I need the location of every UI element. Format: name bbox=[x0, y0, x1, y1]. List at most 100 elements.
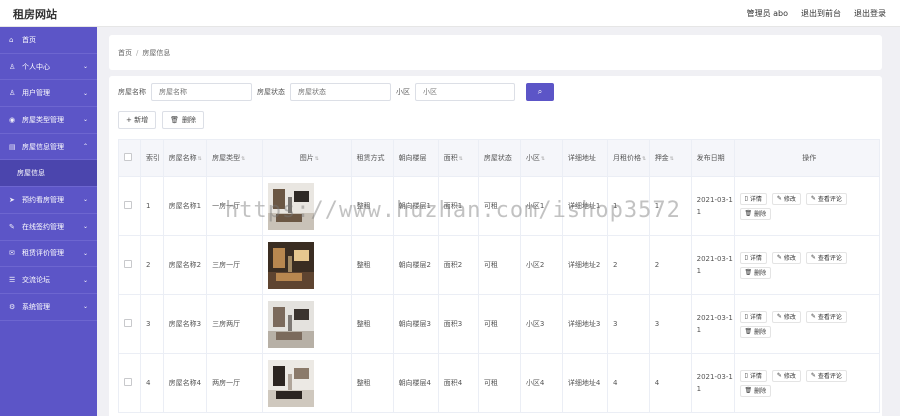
column-header[interactable]: 房屋类型⇅ bbox=[206, 139, 264, 177]
row-checkbox[interactable] bbox=[124, 201, 132, 209]
sort-icon[interactable]: ⇅ bbox=[670, 156, 674, 162]
sidebar-item-1[interactable]: ♙ 个人中心 ⌄ bbox=[0, 54, 97, 81]
detail-button[interactable]: ▯ 详情 bbox=[739, 310, 767, 323]
row-delete-button[interactable]: 🗑 删除 bbox=[739, 266, 772, 279]
view-review-button[interactable]: ✎ 查看评论 bbox=[805, 251, 847, 264]
cell-deposit: 4 bbox=[648, 353, 692, 413]
sort-icon[interactable]: ⇅ bbox=[241, 156, 245, 162]
row-delete-button[interactable]: 🗑 删除 bbox=[739, 384, 772, 397]
row-checkbox[interactable] bbox=[124, 378, 132, 386]
back-to-front-link[interactable]: 退出到前台 bbox=[801, 8, 841, 19]
sidebar-item-3[interactable]: ◉ 房屋类型管理 ⌄ bbox=[0, 107, 97, 134]
row-checkbox[interactable] bbox=[124, 260, 132, 268]
send-icon: ➤ bbox=[9, 195, 15, 204]
house-name-input[interactable] bbox=[151, 83, 252, 101]
sort-icon[interactable]: ⇅ bbox=[642, 156, 646, 162]
column-header[interactable]: 月租价格⇅ bbox=[607, 139, 650, 177]
column-header[interactable]: 房屋名称⇅ bbox=[162, 139, 208, 177]
column-header: 索引 bbox=[140, 139, 164, 177]
chevron-down-icon: ⌄ bbox=[82, 249, 88, 257]
edit-button[interactable]: ✎ 修改 bbox=[771, 369, 801, 382]
cell-deposit: 3 bbox=[648, 294, 692, 354]
content-panel: 房屋名称 房屋状态 小区 ⌕ + 新增 🗑删除 索引房屋名称⇅房屋类型⇅图片⇅租… bbox=[109, 76, 882, 416]
location-icon: ◉ bbox=[9, 115, 16, 124]
sort-icon[interactable]: ⇅ bbox=[459, 156, 463, 162]
row-actions: ▯ 详情 ✎ 修改 ✎ 查看评论 🗑 删除 bbox=[739, 192, 858, 220]
house-status-label: 房屋状态 bbox=[257, 88, 285, 96]
search-button[interactable]: ⌕ bbox=[526, 83, 554, 101]
sidebar-item-8[interactable]: ✉ 租赁评价管理 ⌄ bbox=[0, 241, 97, 268]
detail-button[interactable]: ▯ 详情 bbox=[739, 251, 767, 264]
chevron-down-icon: ⌄ bbox=[82, 276, 88, 284]
column-header[interactable]: 押金⇅ bbox=[648, 139, 692, 177]
detail-button[interactable]: ▯ 详情 bbox=[739, 369, 767, 382]
cell-name: 房屋名称4 bbox=[162, 353, 208, 413]
sidebar-item-6[interactable]: ➤ 预约看房管理 ⌄ bbox=[0, 187, 97, 214]
cell-status: 可租 bbox=[477, 176, 521, 236]
row-delete-button[interactable]: 🗑 删除 bbox=[739, 325, 772, 338]
detail-button[interactable]: ▯ 详情 bbox=[739, 192, 767, 205]
trash-icon: 🗑 bbox=[170, 116, 179, 124]
area-input[interactable] bbox=[415, 83, 515, 101]
cell-rent: 4 bbox=[607, 353, 650, 413]
column-header[interactable]: 图片⇅ bbox=[262, 139, 352, 177]
user-icon: ♙ bbox=[9, 62, 16, 71]
house-photo bbox=[268, 182, 351, 230]
sidebar-item-2[interactable]: ♙ 用户管理 ⌄ bbox=[0, 80, 97, 108]
column-header: 房屋状态 bbox=[477, 139, 521, 177]
table-row: 2 房屋名称2 三房一厅 整租 朝向楼层2 面积2 可租 小区2 详细地址2 2 2 2021-03-… bbox=[118, 235, 881, 295]
house-status-input[interactable] bbox=[290, 83, 391, 101]
breadcrumb: 首页 / 房屋信息 bbox=[109, 35, 882, 70]
sidebar-item-4[interactable]: ▤ 房屋信息管理 ⌃ bbox=[0, 134, 97, 161]
sort-icon[interactable]: ⇅ bbox=[541, 156, 545, 162]
cell-name: 房屋名称3 bbox=[162, 294, 208, 354]
edit-icon: ✎ bbox=[810, 313, 816, 320]
sort-icon[interactable]: ⇅ bbox=[315, 156, 319, 162]
row-checkbox[interactable] bbox=[124, 319, 132, 327]
sidebar-item-9[interactable]: ☰ 交流论坛 ⌄ bbox=[0, 267, 97, 294]
edit-icon: ✎ bbox=[776, 372, 782, 379]
edit-icon: ✎ bbox=[810, 254, 816, 261]
column-header[interactable]: 小区⇅ bbox=[519, 139, 563, 177]
detail-label: 详情 bbox=[749, 196, 762, 203]
sidebar-item-0[interactable]: ⌂ 首页 bbox=[0, 27, 97, 54]
sidebar-item-label: 房屋信息管理 bbox=[22, 142, 64, 151]
edit-button[interactable]: ✎ 修改 bbox=[771, 310, 801, 323]
cell-date: 2021-03-11 bbox=[690, 294, 735, 354]
row-delete-button[interactable]: 🗑 删除 bbox=[739, 207, 772, 220]
cell-status: 可租 bbox=[477, 294, 521, 354]
house-photo-cell bbox=[262, 235, 352, 295]
cell-type: 三房一厅 bbox=[206, 235, 264, 295]
add-button[interactable]: + 新增 bbox=[118, 111, 157, 129]
sidebar-item-10[interactable]: ⚙ 系统管理 ⌄ bbox=[0, 294, 97, 321]
column-header-label: 小区 bbox=[525, 154, 540, 162]
cell-address: 详细地址2 bbox=[561, 235, 609, 295]
column-header-label: 房屋类型 bbox=[212, 154, 241, 162]
view-review-button[interactable]: ✎ 查看评论 bbox=[805, 369, 847, 382]
edit-icon: ✎ bbox=[810, 195, 816, 202]
column-header-label: 图片 bbox=[299, 154, 314, 162]
cell-deposit: 2 bbox=[648, 235, 692, 295]
view-review-button[interactable]: ✎ 查看评论 bbox=[805, 310, 847, 323]
chevron-down-icon: ⌄ bbox=[82, 116, 88, 124]
sidebar-item-5[interactable]: 房屋信息 bbox=[0, 160, 97, 188]
select-all-checkbox[interactable] bbox=[124, 153, 132, 161]
sidebar-item-7[interactable]: ✎ 在线签约管理 ⌄ bbox=[0, 214, 97, 241]
sidebar-item-label: 在线签约管理 bbox=[22, 222, 64, 231]
home-icon: ⌂ bbox=[9, 35, 14, 44]
logout-link[interactable]: 退出登录 bbox=[854, 8, 886, 19]
cell-address: 详细地址3 bbox=[561, 294, 609, 354]
sort-icon[interactable]: ⇅ bbox=[198, 156, 202, 162]
trash-icon: 🗑 bbox=[744, 210, 753, 217]
breadcrumb-home[interactable]: 首页 bbox=[118, 49, 132, 57]
view-review-label: 查看评论 bbox=[817, 314, 842, 321]
column-header-label: 租赁方式 bbox=[356, 154, 385, 162]
edit-button[interactable]: ✎ 修改 bbox=[771, 192, 801, 205]
column-header-label: 朝向楼层 bbox=[398, 154, 427, 162]
cell-index: 2 bbox=[140, 235, 164, 295]
row-delete-label: 删除 bbox=[754, 329, 767, 336]
edit-button[interactable]: ✎ 修改 bbox=[771, 251, 801, 264]
column-header[interactable]: 面积⇅ bbox=[437, 139, 479, 177]
view-review-button[interactable]: ✎ 查看评论 bbox=[805, 192, 847, 205]
delete-button[interactable]: 🗑 删除 bbox=[162, 111, 204, 129]
